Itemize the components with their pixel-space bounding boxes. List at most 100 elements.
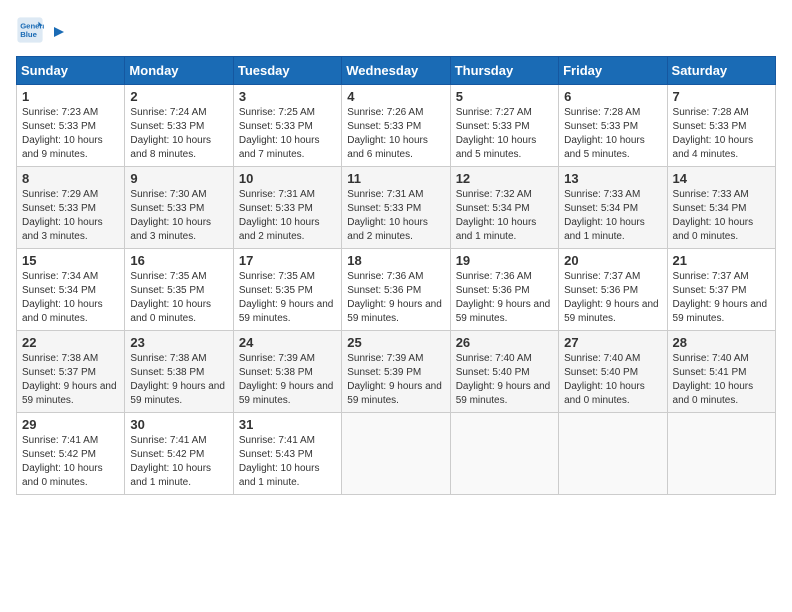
sunset-time: 5:33 PM <box>384 203 421 214</box>
daylight-label: Daylight: 10 hours and 8 minutes. <box>130 135 211 160</box>
sunset-label: Sunset: <box>239 203 276 214</box>
day-number: 5 <box>456 89 553 104</box>
sunrise-label: Sunrise: <box>673 353 712 364</box>
sunset-time: 5:36 PM <box>384 285 421 296</box>
daylight-label: Daylight: 10 hours and 1 minute. <box>239 463 320 488</box>
cell-content: Sunrise: 7:23 AMSunset: 5:33 PMDaylight:… <box>22 106 119 162</box>
calendar-cell <box>342 413 450 495</box>
day-number: 9 <box>130 171 227 186</box>
day-number: 15 <box>22 253 119 268</box>
col-header-saturday: Saturday <box>667 57 775 85</box>
logo: General Blue <box>16 16 68 44</box>
cell-content: Sunrise: 7:35 AMSunset: 5:35 PMDaylight:… <box>239 270 336 326</box>
day-number: 30 <box>130 417 227 432</box>
day-number: 13 <box>564 171 661 186</box>
calendar-cell <box>559 413 667 495</box>
sunrise-time: 7:36 AM <box>387 271 424 282</box>
sunrise-label: Sunrise: <box>130 189 169 200</box>
sunrise-label: Sunrise: <box>22 107 61 118</box>
sunrise-time: 7:37 AM <box>712 271 749 282</box>
day-number: 3 <box>239 89 336 104</box>
daylight-label: Daylight: 10 hours and 4 minutes. <box>673 135 754 160</box>
cell-content: Sunrise: 7:26 AMSunset: 5:33 PMDaylight:… <box>347 106 444 162</box>
cell-content: Sunrise: 7:33 AMSunset: 5:34 PMDaylight:… <box>673 188 770 244</box>
sunrise-label: Sunrise: <box>22 271 61 282</box>
calendar-cell: 7Sunrise: 7:28 AMSunset: 5:33 PMDaylight… <box>667 85 775 167</box>
sunset-time: 5:40 PM <box>492 367 529 378</box>
daylight-label: Daylight: 10 hours and 1 minute. <box>564 217 645 242</box>
sunset-label: Sunset: <box>22 367 59 378</box>
cell-content: Sunrise: 7:28 AMSunset: 5:33 PMDaylight:… <box>564 106 661 162</box>
sunrise-time: 7:41 AM <box>170 435 207 446</box>
sunrise-label: Sunrise: <box>130 271 169 282</box>
calendar-cell: 12Sunrise: 7:32 AMSunset: 5:34 PMDayligh… <box>450 167 558 249</box>
col-header-wednesday: Wednesday <box>342 57 450 85</box>
day-number: 22 <box>22 335 119 350</box>
sunset-label: Sunset: <box>130 285 167 296</box>
sunrise-time: 7:30 AM <box>170 189 207 200</box>
sunset-time: 5:33 PM <box>59 121 96 132</box>
cell-content: Sunrise: 7:38 AMSunset: 5:38 PMDaylight:… <box>130 352 227 408</box>
sunset-time: 5:34 PM <box>709 203 746 214</box>
calendar-cell: 2Sunrise: 7:24 AMSunset: 5:33 PMDaylight… <box>125 85 233 167</box>
calendar-cell <box>667 413 775 495</box>
sunrise-time: 7:39 AM <box>278 353 315 364</box>
day-number: 25 <box>347 335 444 350</box>
sunrise-label: Sunrise: <box>673 271 712 282</box>
sunrise-label: Sunrise: <box>673 107 712 118</box>
daylight-label: Daylight: 10 hours and 3 minutes. <box>22 217 103 242</box>
sunset-label: Sunset: <box>347 285 384 296</box>
sunrise-label: Sunrise: <box>347 189 386 200</box>
day-number: 21 <box>673 253 770 268</box>
sunset-label: Sunset: <box>673 367 710 378</box>
calendar-cell: 21Sunrise: 7:37 AMSunset: 5:37 PMDayligh… <box>667 249 775 331</box>
calendar-cell: 29Sunrise: 7:41 AMSunset: 5:42 PMDayligh… <box>17 413 125 495</box>
sunset-time: 5:37 PM <box>59 367 96 378</box>
sunrise-time: 7:23 AM <box>61 107 98 118</box>
day-number: 14 <box>673 171 770 186</box>
day-number: 18 <box>347 253 444 268</box>
day-number: 8 <box>22 171 119 186</box>
daylight-label: Daylight: 9 hours and 59 minutes. <box>239 299 334 324</box>
cell-content: Sunrise: 7:40 AMSunset: 5:41 PMDaylight:… <box>673 352 770 408</box>
svg-text:Blue: Blue <box>20 30 37 39</box>
cell-content: Sunrise: 7:39 AMSunset: 5:38 PMDaylight:… <box>239 352 336 408</box>
sunset-time: 5:42 PM <box>167 449 204 460</box>
day-number: 31 <box>239 417 336 432</box>
sunset-label: Sunset: <box>239 449 276 460</box>
calendar-cell: 8Sunrise: 7:29 AMSunset: 5:33 PMDaylight… <box>17 167 125 249</box>
cell-content: Sunrise: 7:27 AMSunset: 5:33 PMDaylight:… <box>456 106 553 162</box>
calendar-cell: 10Sunrise: 7:31 AMSunset: 5:33 PMDayligh… <box>233 167 341 249</box>
calendar-cell: 30Sunrise: 7:41 AMSunset: 5:42 PMDayligh… <box>125 413 233 495</box>
sunrise-time: 7:41 AM <box>278 435 315 446</box>
sunrise-label: Sunrise: <box>22 435 61 446</box>
sunset-label: Sunset: <box>130 121 167 132</box>
sunrise-time: 7:37 AM <box>604 271 641 282</box>
day-number: 4 <box>347 89 444 104</box>
sunrise-time: 7:40 AM <box>495 353 532 364</box>
sunset-time: 5:42 PM <box>59 449 96 460</box>
sunset-time: 5:33 PM <box>167 203 204 214</box>
sunset-time: 5:35 PM <box>276 285 313 296</box>
calendar-cell: 11Sunrise: 7:31 AMSunset: 5:33 PMDayligh… <box>342 167 450 249</box>
cell-content: Sunrise: 7:28 AMSunset: 5:33 PMDaylight:… <box>673 106 770 162</box>
sunset-label: Sunset: <box>456 203 493 214</box>
sunrise-label: Sunrise: <box>130 353 169 364</box>
sunset-label: Sunset: <box>239 285 276 296</box>
sunrise-time: 7:33 AM <box>604 189 641 200</box>
calendar-cell: 20Sunrise: 7:37 AMSunset: 5:36 PMDayligh… <box>559 249 667 331</box>
cell-content: Sunrise: 7:37 AMSunset: 5:36 PMDaylight:… <box>564 270 661 326</box>
sunset-label: Sunset: <box>347 121 384 132</box>
daylight-label: Daylight: 9 hours and 59 minutes. <box>347 381 442 406</box>
sunrise-time: 7:38 AM <box>170 353 207 364</box>
sunset-time: 5:33 PM <box>709 121 746 132</box>
sunset-time: 5:34 PM <box>492 203 529 214</box>
day-number: 11 <box>347 171 444 186</box>
sunrise-time: 7:28 AM <box>604 107 641 118</box>
daylight-label: Daylight: 9 hours and 59 minutes. <box>456 299 551 324</box>
sunset-label: Sunset: <box>22 285 59 296</box>
sunrise-label: Sunrise: <box>456 189 495 200</box>
sunset-time: 5:43 PM <box>276 449 313 460</box>
sunset-label: Sunset: <box>564 121 601 132</box>
sunrise-label: Sunrise: <box>673 189 712 200</box>
